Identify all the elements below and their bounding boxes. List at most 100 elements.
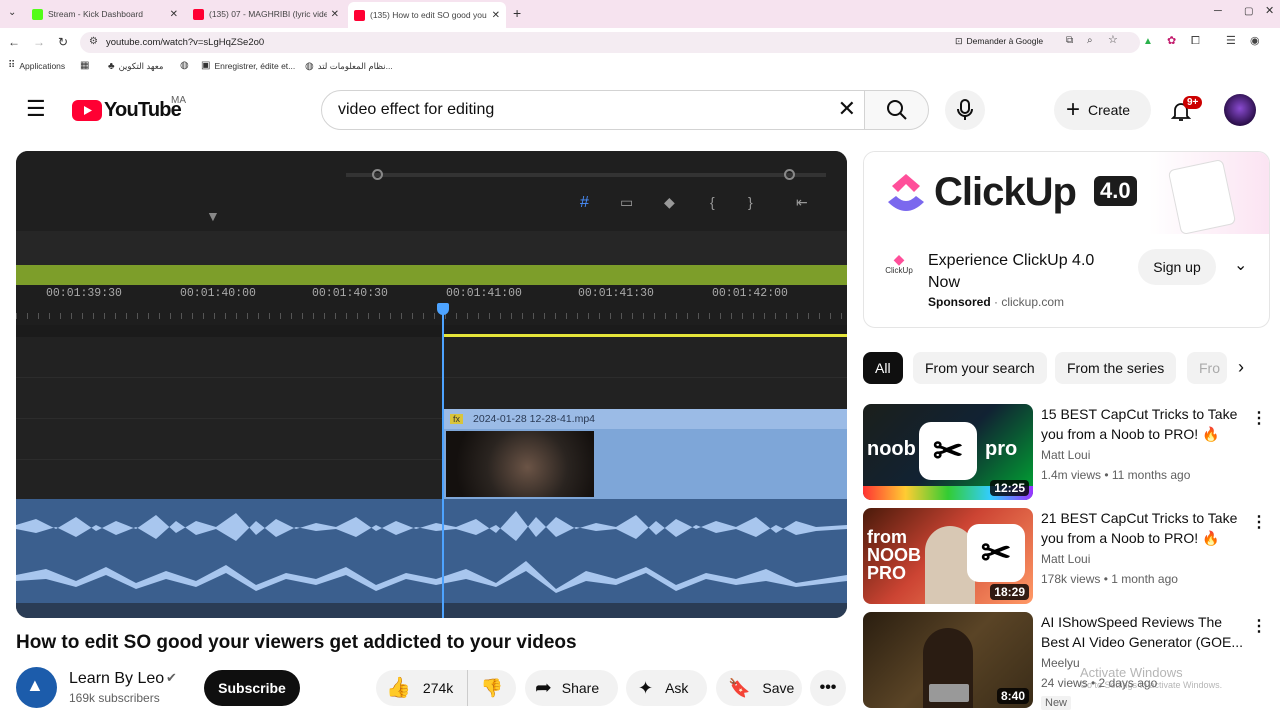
editor-toolbar: ▼ # ▭ ◆ { } ⇤ [16,151,847,231]
snap-grid-icon: # [580,194,589,211]
tab-maghribi[interactable]: (135) 07 - MAGHRIBI (lyric vide ✕ [187,3,345,25]
install-app-icon[interactable]: ⧉ [1066,36,1073,46]
chevron-down-icon[interactable]: ⌄ [1234,258,1247,274]
search-button[interactable] [864,90,929,130]
address-bar-row: ← → ↻ ⚙ youtube.com/watch?v=sLgHqZSe2o0 … [0,28,1280,56]
bookmark-star-icon[interactable]: ☆ [1108,35,1118,46]
video-thumbnail[interactable]: from NOOB PRO ✂ 18:29 [863,508,1033,604]
more-vertical-icon[interactable]: ⋮ [1251,408,1267,428]
recommendation-title[interactable]: AI IShowSpeed Reviews The Best AI Video … [1041,612,1251,652]
globe-icon: ◍ [180,60,189,71]
voice-search-button[interactable] [945,90,985,130]
recommendation-channel[interactable]: Meelyu [1041,656,1080,670]
extensions-puzzle-icon[interactable]: ⧠ [1191,36,1200,47]
chip-label: All [875,360,891,376]
bookmark-enregistrer[interactable]: ▣ Enregistrer, édite et... [201,61,295,72]
chip-all[interactable]: All [863,352,903,384]
create-button[interactable]: + Create [1054,90,1151,130]
ad-small-logo: ◆ ClickUp [882,252,916,286]
chevron-right-icon[interactable]: › [1238,358,1244,376]
recommendation-title[interactable]: 15 BEST CapCut Tricks to Take you from a… [1041,404,1251,444]
minimize-icon[interactable]: ─ [1214,6,1222,17]
ad-signup-button[interactable]: Sign up [1138,249,1216,285]
save-button[interactable]: 🔖 Save [716,670,802,706]
notifications-button[interactable]: 9+ [1166,96,1203,126]
recommendation-meta: 1.4m views • 11 months ago [1041,468,1191,482]
more-vertical-icon[interactable]: ⋮ [1251,616,1267,636]
subscriber-count: 169k subscribers [69,691,160,705]
close-window-icon[interactable]: ✕ [1265,6,1274,17]
recommendation-item[interactable]: 8:40 AI IShowSpeed Reviews The Best AI V… [863,612,1273,710]
bookmark-globe[interactable]: ◍ [180,61,189,71]
work-area-bar [16,265,847,285]
clip-thumbnail [446,431,594,497]
extension-color-icon[interactable]: ✿ [1167,36,1176,47]
bookmark-institute[interactable]: ♣ معهد التكوين [108,61,163,72]
chip-truncated[interactable]: Fro [1187,352,1227,384]
marker-icon: ◆ [664,194,675,210]
close-tab-icon[interactable]: ✕ [492,10,500,21]
forward-icon[interactable]: → [33,36,45,48]
google-lens-icon: ⊡ [955,35,963,46]
site-info-icon[interactable]: ⚙ [89,37,98,47]
channel-name[interactable]: Learn By Leo [69,670,164,688]
ad-card[interactable]: ClickUp 4.0 ◆ ClickUp Experience ClickUp… [863,151,1270,328]
monitor-icon: ▭ [620,194,634,210]
microphone-icon [957,99,973,120]
recommendation-channel[interactable]: Matt Loui [1041,448,1090,462]
hamburger-menu-icon[interactable]: ☰ [26,98,46,120]
like-button[interactable]: 👍 274k [376,670,468,706]
bookmark-applications[interactable]: ⠿ Applications [8,61,65,72]
video-thumbnail[interactable]: noob ✂ pro 12:25 [863,404,1033,500]
bookmark-grid[interactable]: ▦ [80,61,89,71]
zoom-icon[interactable]: ⌕ [1087,36,1093,46]
waveform-graphic [16,561,847,593]
tab-title: (135) 07 - MAGHRIBI (lyric vide [209,9,327,19]
new-tab-icon[interactable]: + [513,6,521,20]
share-arrow-icon: ➦ [535,677,552,699]
clear-search-icon[interactable]: ✕ [838,98,856,120]
chip-from-the-series[interactable]: From the series [1055,352,1177,384]
tab-active-how-to-edit[interactable]: (135) How to edit SO good you ✕ [348,2,506,28]
video-player[interactable]: ▼ # ▭ ◆ { } ⇤ 00:01:39:30 00:01:40:00 00… [16,151,847,618]
more-actions-button[interactable]: ••• [810,670,846,706]
youtube-play-icon [72,100,102,121]
youtube-logo[interactable]: YouTube [72,99,182,122]
timecode-label: 00:01:40:30 [312,287,388,300]
close-tab-icon[interactable]: ✕ [170,9,178,20]
url-text: youtube.com/watch?v=sLgHqZSe2o0 [106,37,265,48]
search-input[interactable]: video effect for editing ✕ [321,90,865,130]
url-field[interactable]: ⚙ youtube.com/watch?v=sLgHqZSe2o0 ⊡ Deman… [80,32,1140,53]
recommendation-item[interactable]: noob ✂ pro 12:25 15 BEST CapCut Tricks t… [863,404,1273,500]
maximize-icon[interactable]: ▢ [1244,7,1253,17]
bookmarks-bar: ⠿ Applications ▦ ♣ معهد التكوين ◍ ▣ Enregis… [0,56,1280,78]
recommendation-meta: 178k views • 1 month ago [1041,572,1178,586]
chip-from-your-search[interactable]: From your search [913,352,1047,384]
youtube-favicon-icon [354,9,365,21]
close-tab-icon[interactable]: ✕ [331,9,339,20]
subscribe-button[interactable]: Subscribe [204,670,300,706]
thumb-text-left: noob [867,438,916,460]
recommendation-item[interactable]: from NOOB PRO ✂ 18:29 21 BEST CapCut Tri… [863,508,1273,604]
watermark-subtitle: Go to Settings to activate Windows. [1080,680,1223,690]
activate-windows-watermark: Activate Windows Go to Settings to activ… [1080,665,1222,690]
account-avatar[interactable] [1224,94,1256,126]
reading-list-icon[interactable]: ☰ [1226,36,1236,47]
channel-avatar[interactable]: ▲ [16,667,57,708]
ask-button[interactable]: ✦ Ask [626,670,707,706]
recommendation-channel[interactable]: Matt Loui [1041,552,1090,566]
dislike-button[interactable]: 👎 [468,670,516,706]
recommendation-title[interactable]: 21 BEST CapCut Tricks to Take you from a… [1041,508,1251,548]
translate-chip[interactable]: ⊡ Demander à Google [955,36,1043,46]
chip-label: From your search [925,360,1035,376]
video-thumbnail[interactable]: 8:40 [863,612,1033,708]
more-vertical-icon[interactable]: ⋮ [1251,512,1267,532]
extension-green-icon[interactable]: ▲ [1143,37,1153,47]
tab-kick-dashboard[interactable]: Stream - Kick Dashboard ✕ [26,3,184,25]
back-icon[interactable]: ← [8,36,20,48]
profile-avatar-icon[interactable]: ◉ [1250,36,1260,47]
tab-list-chevron-icon[interactable]: ⌄ [8,8,16,18]
reload-icon[interactable]: ↻ [58,36,68,48]
share-button[interactable]: ➦ Share [525,670,618,706]
bookmark-info-system[interactable]: ◍ نظام المعلومات لتد... [305,61,393,72]
